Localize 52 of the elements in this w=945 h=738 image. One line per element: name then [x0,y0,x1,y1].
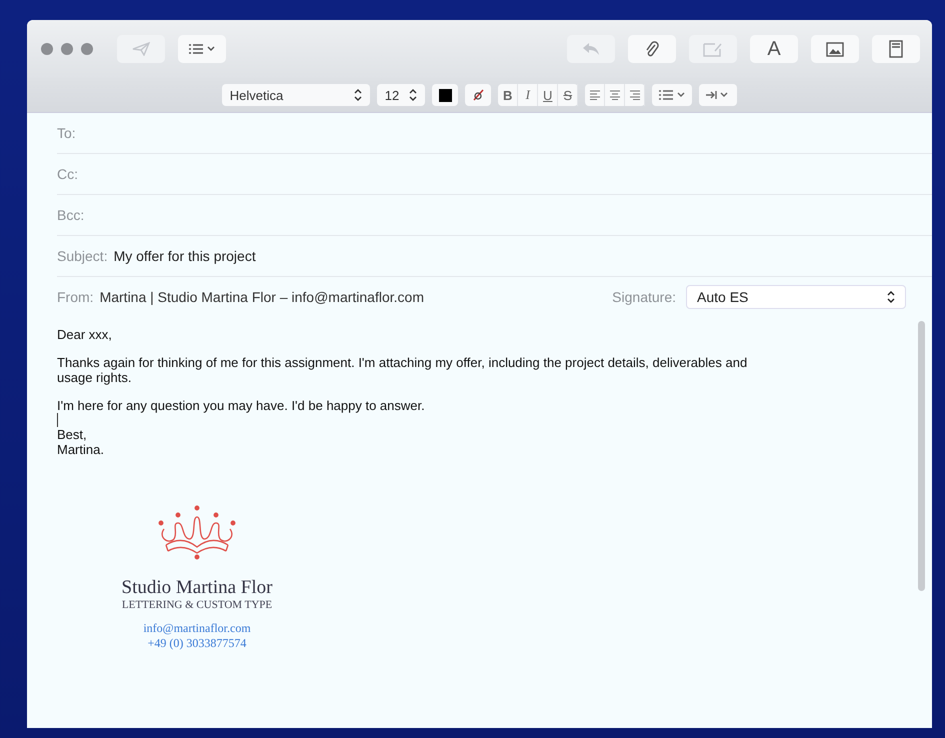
updown-arrows-icon [409,89,418,101]
photo-button[interactable] [811,35,859,63]
highlight-color-button[interactable] [465,84,492,106]
field-label: Signature: [612,289,676,305]
paperclip-button[interactable] [628,35,676,63]
field-label: Bcc: [57,207,84,223]
text-cursor [57,413,58,427]
list-icon [188,44,216,54]
text-style-button[interactable]: I [518,84,538,106]
list-icon [658,90,686,100]
text-style-button[interactable]: B [498,84,518,106]
body-paragraph: Best, Martina. [57,427,105,457]
window-control-icon[interactable] [41,43,53,55]
font-size-dropdown[interactable]: 12 [376,84,426,106]
sender-dropdown[interactable]: Martina | Studio Martina Flor – info@martinaflor.com [100,289,424,305]
window-control-icon[interactable] [61,43,73,55]
studio-name: Studio Martina Flor [122,577,272,599]
stationery-icon [889,40,903,58]
no-color-icon [472,89,484,101]
text-align-icon [628,90,641,100]
field-label: Subject: [57,248,108,264]
body-paragraph: I'm here for any question you may have. I'd be happy to answer. [57,398,426,413]
text-color-button[interactable] [432,84,458,106]
studio-tagline: LETTERING & CUSTOM TYPE [122,599,272,611]
text-style-button[interactable]: S [558,84,578,106]
signature-dropdown[interactable]: Auto ES [686,285,906,309]
font-family-dropdown[interactable]: Helvetica [222,84,370,106]
text-align-icon [608,90,621,100]
reply-icon [582,42,600,56]
input-field[interactable]: My offer for this project [114,244,932,268]
text-align-icon [588,90,601,100]
scrollbar-thumb[interactable] [918,321,924,591]
phone-link[interactable]: +49 (0) 3033877574 [148,636,246,651]
list-button[interactable] [178,35,226,63]
field-label: To: [57,125,76,141]
stationery-button[interactable] [872,35,920,63]
markup-icon [703,41,723,57]
font-button[interactable]: A [750,35,798,63]
paperclip-icon [645,40,659,58]
body-paragraph: Thanks again for thinking of me for this assignment. I'm attaching my offer, including the project details, deliverables and usage rights. [57,355,748,385]
list-style-dropdown[interactable] [652,84,692,106]
updown-arrows-icon [887,291,895,303]
text-style-button[interactable]: U [538,84,558,106]
window-control-icon[interactable] [81,43,93,55]
photo-icon [826,42,844,56]
updown-arrows-icon [354,89,362,101]
email-link[interactable]: info@martinaflor.com [143,621,251,636]
field-label: Cc: [57,166,78,182]
indent-dropdown[interactable] [699,84,738,106]
body-paragraph: Dear xxx, [57,327,113,342]
field-label: From: [57,289,94,305]
send-icon [132,42,150,56]
